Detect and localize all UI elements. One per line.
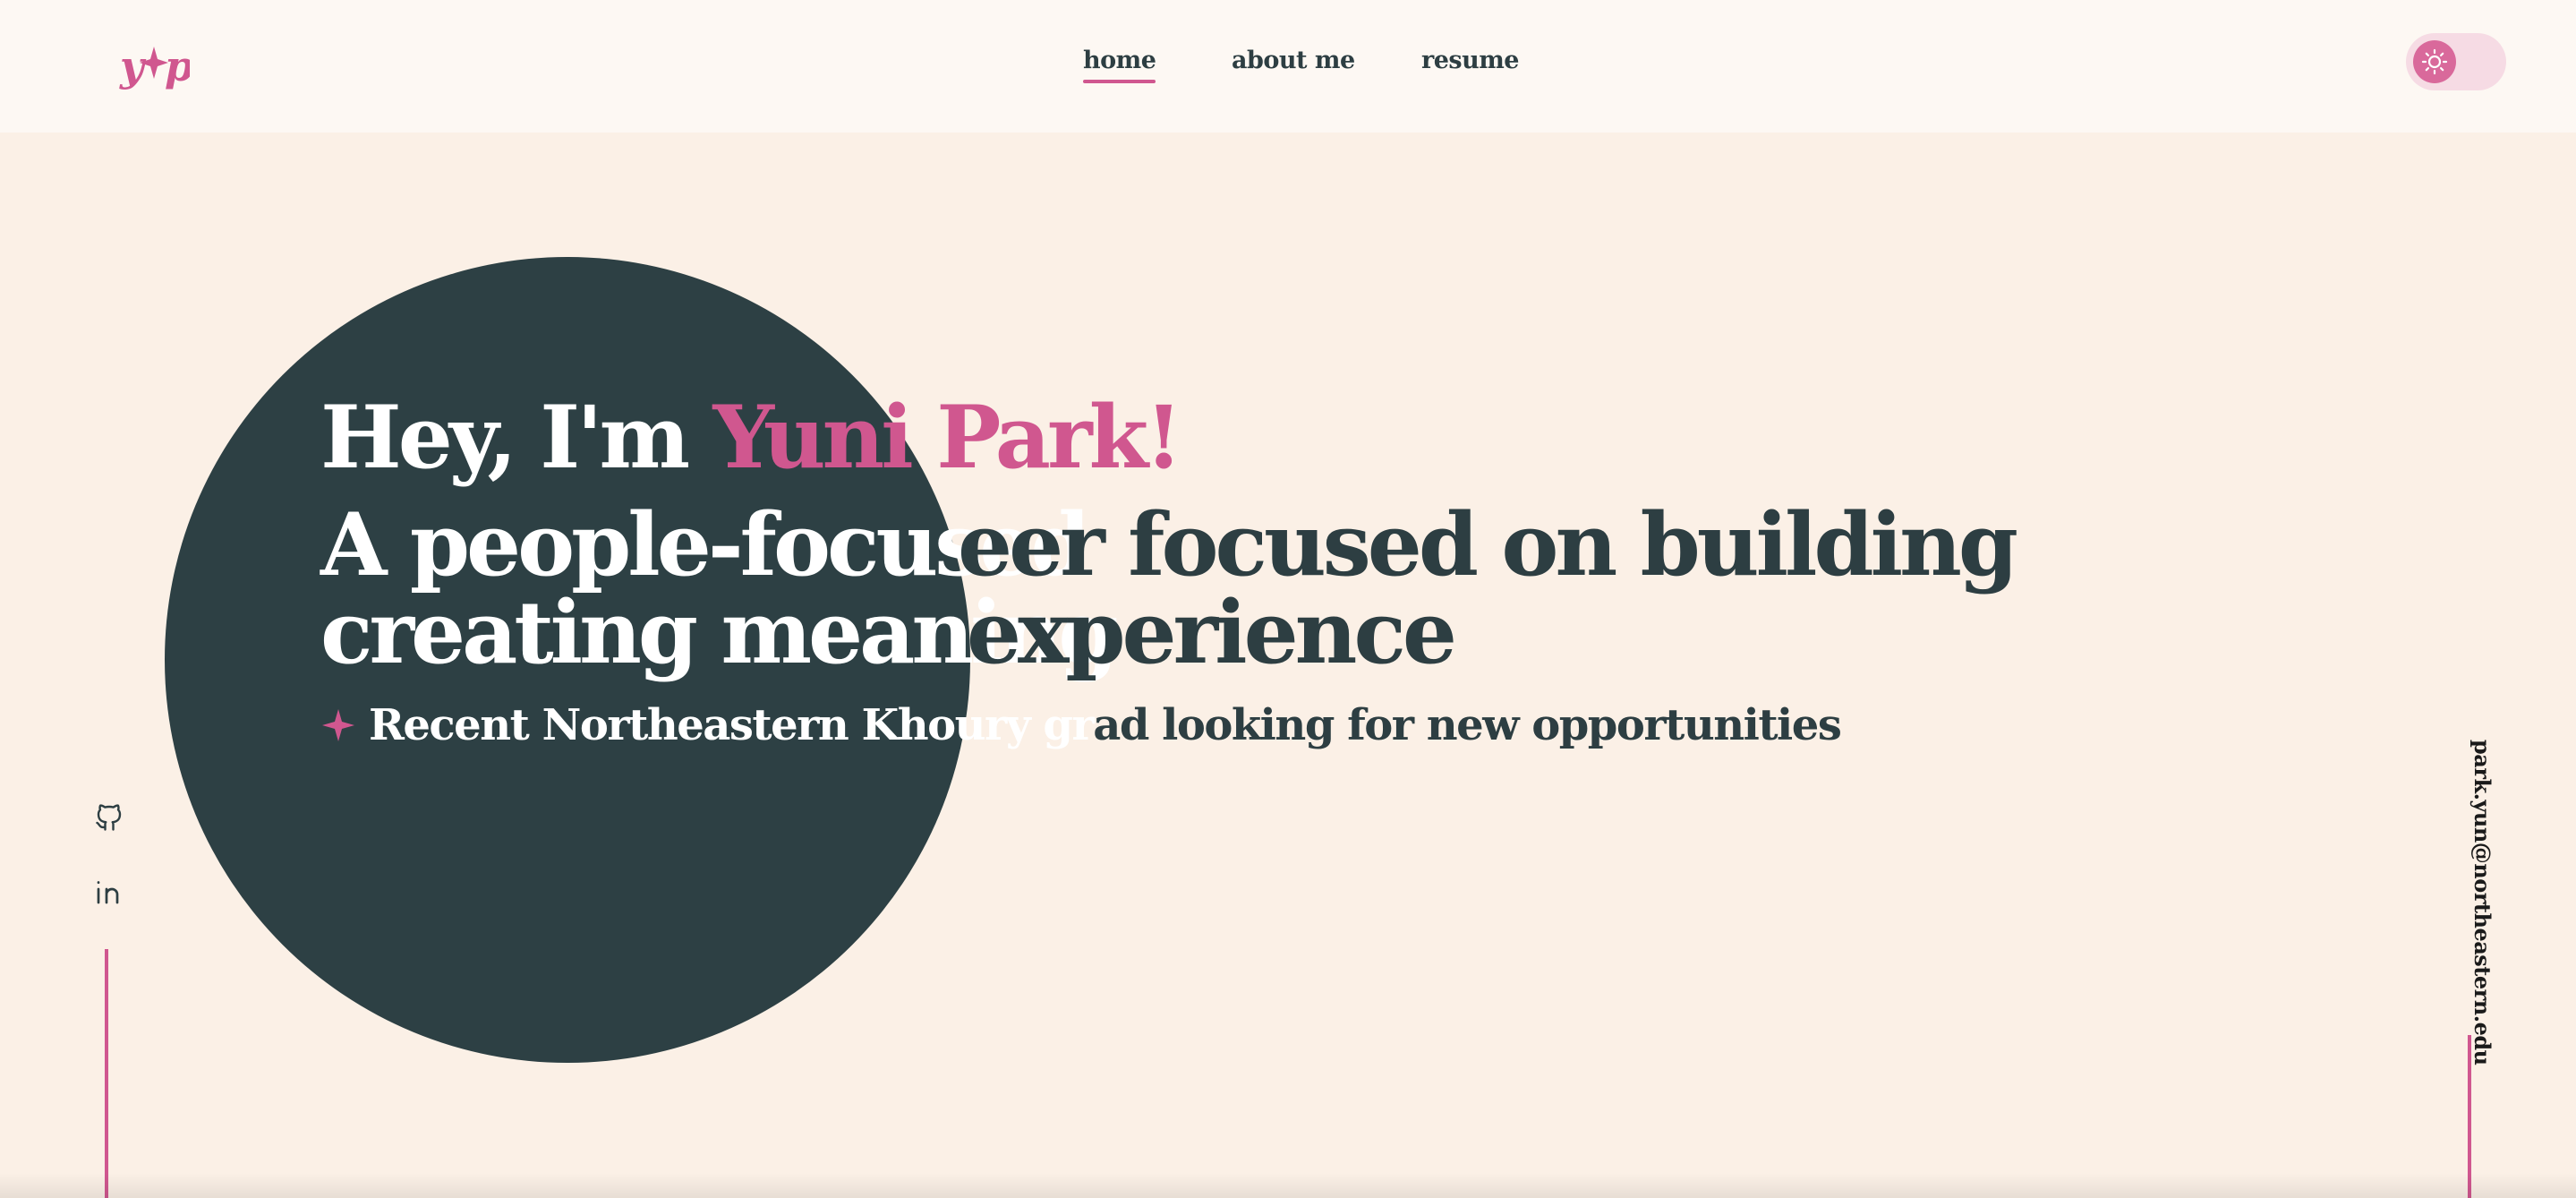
github-link[interactable] — [93, 801, 125, 834]
svg-text:p: p — [165, 42, 190, 90]
logo-icon: y p — [119, 42, 193, 90]
hero-section: Hey, I'm Yuni Park! A people-focused eer… — [320, 385, 2379, 752]
tagline-line2-back: experience — [967, 582, 1457, 683]
site-header: y p home about me resume — [0, 0, 2576, 133]
linkedin-icon — [97, 881, 119, 904]
bottom-shadow — [0, 1173, 2576, 1198]
subline-front: Recent Northeastern Khoury gr — [369, 700, 1095, 750]
nav-home[interactable]: home — [1083, 47, 1156, 83]
hero-subline: Recent Northeastern Khoury grad looking … — [320, 698, 2379, 752]
subline-back: ad looking for new opportunities — [1093, 700, 1842, 750]
greeting-name: Yuni Park! — [712, 387, 1183, 488]
linkedin-link[interactable] — [93, 876, 125, 908]
hero-tagline: A people-focused eer focused on building… — [320, 501, 2379, 680]
nav-about-me[interactable]: about me — [1232, 47, 1355, 74]
page: y p home about me resume — [0, 0, 2576, 1198]
sun-icon — [2421, 48, 2448, 75]
sparkle-icon — [322, 709, 354, 741]
hero-greeting: Hey, I'm Yuni Park! — [320, 385, 2379, 491]
email-link[interactable]: park.yun@northeastern.edu — [2442, 740, 2495, 1065]
nav-resume[interactable]: resume — [1421, 47, 1519, 74]
github-icon — [96, 804, 122, 831]
greeting-prefix: Hey, I'm — [320, 387, 713, 488]
logo-link[interactable]: y p — [118, 38, 193, 100]
theme-toggle[interactable] — [2406, 33, 2506, 90]
tagline-line1-back: eer focused on building — [958, 494, 2018, 595]
svg-text:y: y — [119, 42, 147, 90]
theme-toggle-knob — [2413, 40, 2456, 83]
left-accent-line — [105, 949, 108, 1198]
